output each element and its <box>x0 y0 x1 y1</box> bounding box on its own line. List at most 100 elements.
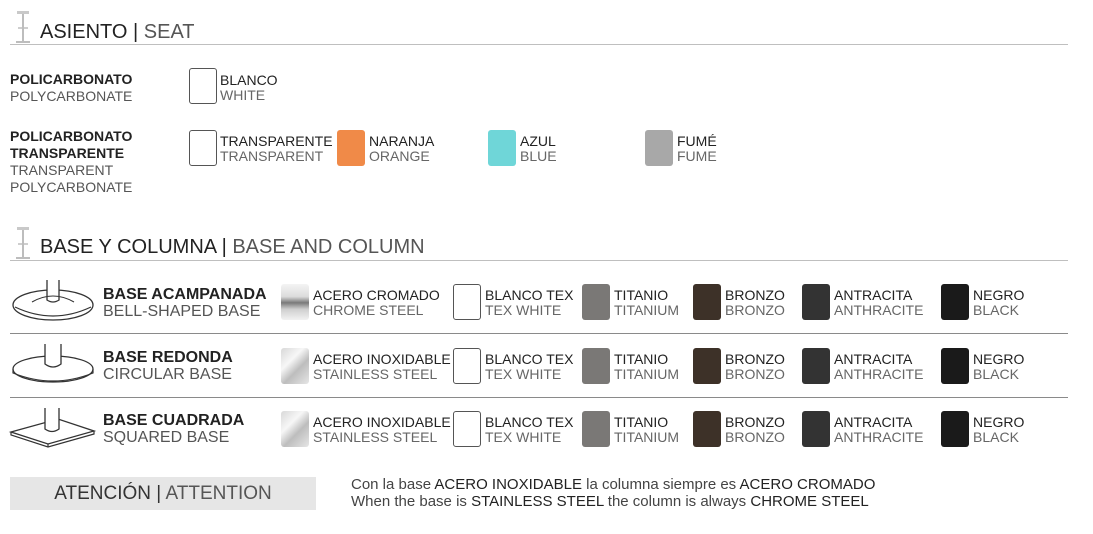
finish-name-es: BLANCO TEX <box>485 287 574 303</box>
finish-label: ANTRACITA ANTHRACITE <box>834 288 923 318</box>
note-highlight: STAINLESS STEEL <box>471 493 604 510</box>
finish-label: TITANIO TITANIUM <box>614 352 679 382</box>
swatch-black <box>941 284 969 320</box>
stool-base-icon <box>16 227 30 259</box>
swatch-titanium <box>582 348 610 384</box>
seat-section-title: ASIENTO | SEAT <box>40 21 195 43</box>
color-label-white: BLANCO WHITE <box>220 73 278 103</box>
note-text: la columna siempre es <box>581 476 740 493</box>
finish-name-es: ACERO CROMADO <box>313 287 440 303</box>
base-bell-label: BASE ACAMPANADA BELL-SHAPED BASE <box>103 286 267 320</box>
color-name-en: FUME <box>677 148 717 164</box>
finish-name-en: TEX WHITE <box>485 366 562 382</box>
color-label-transparent: TRANSPARENTE TRANSPARENT <box>220 134 333 164</box>
finish-label: NEGRO BLACK <box>973 415 1024 445</box>
base-divider <box>10 260 1068 261</box>
finish-name-es: ACERO INOXIDABLE <box>313 351 451 367</box>
finish-label: BLANCO TEX TEX WHITE <box>485 288 573 318</box>
swatch-chrome-steel <box>281 284 309 320</box>
finish-label: NEGRO BLACK <box>973 288 1024 318</box>
swatch-titanium <box>582 411 610 447</box>
finish-name-es: TITANIO <box>614 414 669 430</box>
attention-note: Con la base ACERO INOXIDABLE la columna … <box>351 476 875 510</box>
swatch-tex-white <box>453 411 481 447</box>
swatch-tex-white <box>453 348 481 384</box>
squared-base-icon <box>8 408 97 448</box>
swatch-orange <box>337 130 365 166</box>
finish-name-en: BLACK <box>973 302 1019 318</box>
material-transparent-polycarbonate-label: POLICARBONATO TRANSPARENTE TRANSPARENT P… <box>10 128 132 196</box>
color-name-es: AZUL <box>520 133 556 149</box>
swatch-transparent <box>189 130 217 166</box>
color-name-es: NARANJA <box>369 133 435 149</box>
finish-name-es: ANTRACITA <box>834 287 913 303</box>
swatch-bronze <box>693 348 721 384</box>
title-separator: | <box>133 21 139 43</box>
finish-name-es: BLANCO TEX <box>485 414 574 430</box>
base-name-en: CIRCULAR BASE <box>103 366 232 383</box>
swatch-tex-white <box>453 284 481 320</box>
finish-name-en: BLACK <box>973 429 1019 445</box>
finish-label: ACERO INOXIDABLE STAINLESS STEEL <box>313 415 451 445</box>
title-separator: | <box>221 236 227 258</box>
base-name-es: BASE REDONDA <box>103 349 233 366</box>
color-name-es: FUMÉ <box>677 133 717 149</box>
color-label-orange: NARANJA ORANGE <box>369 134 434 164</box>
finish-name-en: CHROME STEEL <box>313 302 424 318</box>
base-title-es: BASE Y COLUMNA <box>40 236 216 258</box>
finish-name-es: NEGRO <box>973 414 1025 430</box>
base-squared-label: BASE CUADRADA SQUARED BASE <box>103 412 244 446</box>
finish-name-en: ANTHRACITE <box>834 366 924 382</box>
finish-name-es: ANTRACITA <box>834 414 913 430</box>
note-highlight: CHROME STEEL <box>750 493 869 510</box>
swatch-white <box>189 68 217 104</box>
finish-name-en: BRONZO <box>725 429 785 445</box>
finish-name-en: TEX WHITE <box>485 429 562 445</box>
material-name-en-line1: TRANSPARENT <box>10 162 114 178</box>
finish-name-es: ACERO INOXIDABLE <box>313 414 451 430</box>
swatch-stainless-steel <box>281 411 309 447</box>
finish-name-en: BLACK <box>973 366 1019 382</box>
base-section-title: BASE Y COLUMNA | BASE AND COLUMN <box>40 236 425 258</box>
finish-label: ANTRACITA ANTHRACITE <box>834 352 923 382</box>
swatch-bronze <box>693 284 721 320</box>
swatch-fume <box>645 130 673 166</box>
base-name-es: BASE ACAMPANADA <box>103 286 267 303</box>
color-label-blue: AZUL BLUE <box>520 134 557 164</box>
swatch-anthracite <box>802 284 830 320</box>
base-title-en: BASE AND COLUMN <box>232 236 425 258</box>
finish-label: BLANCO TEX TEX WHITE <box>485 415 573 445</box>
swatch-anthracite <box>802 348 830 384</box>
finish-label: ANTRACITA ANTHRACITE <box>834 415 923 445</box>
material-name-en: POLYCARBONATE <box>10 88 133 104</box>
finish-name-en: STAINLESS STEEL <box>313 366 438 382</box>
color-name-en: ORANGE <box>369 148 430 164</box>
note-highlight: ACERO CROMADO <box>739 476 876 493</box>
finish-name-en: TITANIUM <box>614 302 680 318</box>
color-name-en: TRANSPARENT <box>220 148 324 164</box>
finish-name-es: NEGRO <box>973 287 1025 303</box>
finish-name-en: TITANIUM <box>614 366 680 382</box>
finish-name-es: ANTRACITA <box>834 351 913 367</box>
seat-title-es: ASIENTO <box>40 21 128 43</box>
swatch-bronze <box>693 411 721 447</box>
finish-name-es: BLANCO TEX <box>485 351 574 367</box>
material-name-en-line2: POLYCARBONATE <box>10 179 133 195</box>
finish-label: BRONZO BRONZO <box>725 352 785 382</box>
material-name-es-line1: POLICARBONATO <box>10 128 133 144</box>
finish-name-es: BRONZO <box>725 414 785 430</box>
row-divider <box>10 397 1068 398</box>
finish-name-en: BRONZO <box>725 366 785 382</box>
color-name-es: BLANCO <box>220 72 278 88</box>
finish-name-en: TITANIUM <box>614 429 680 445</box>
row-divider <box>10 333 1068 334</box>
base-name-es: BASE CUADRADA <box>103 412 245 429</box>
finish-name-en: ANTHRACITE <box>834 429 924 445</box>
attention-label-es: ATENCIÓN <box>54 483 152 504</box>
finish-name-es: NEGRO <box>973 351 1025 367</box>
seat-divider <box>10 44 1068 45</box>
finish-label: BRONZO BRONZO <box>725 415 785 445</box>
finish-name-es: TITANIO <box>614 351 669 367</box>
swatch-anthracite <box>802 411 830 447</box>
finish-label: TITANIO TITANIUM <box>614 415 679 445</box>
